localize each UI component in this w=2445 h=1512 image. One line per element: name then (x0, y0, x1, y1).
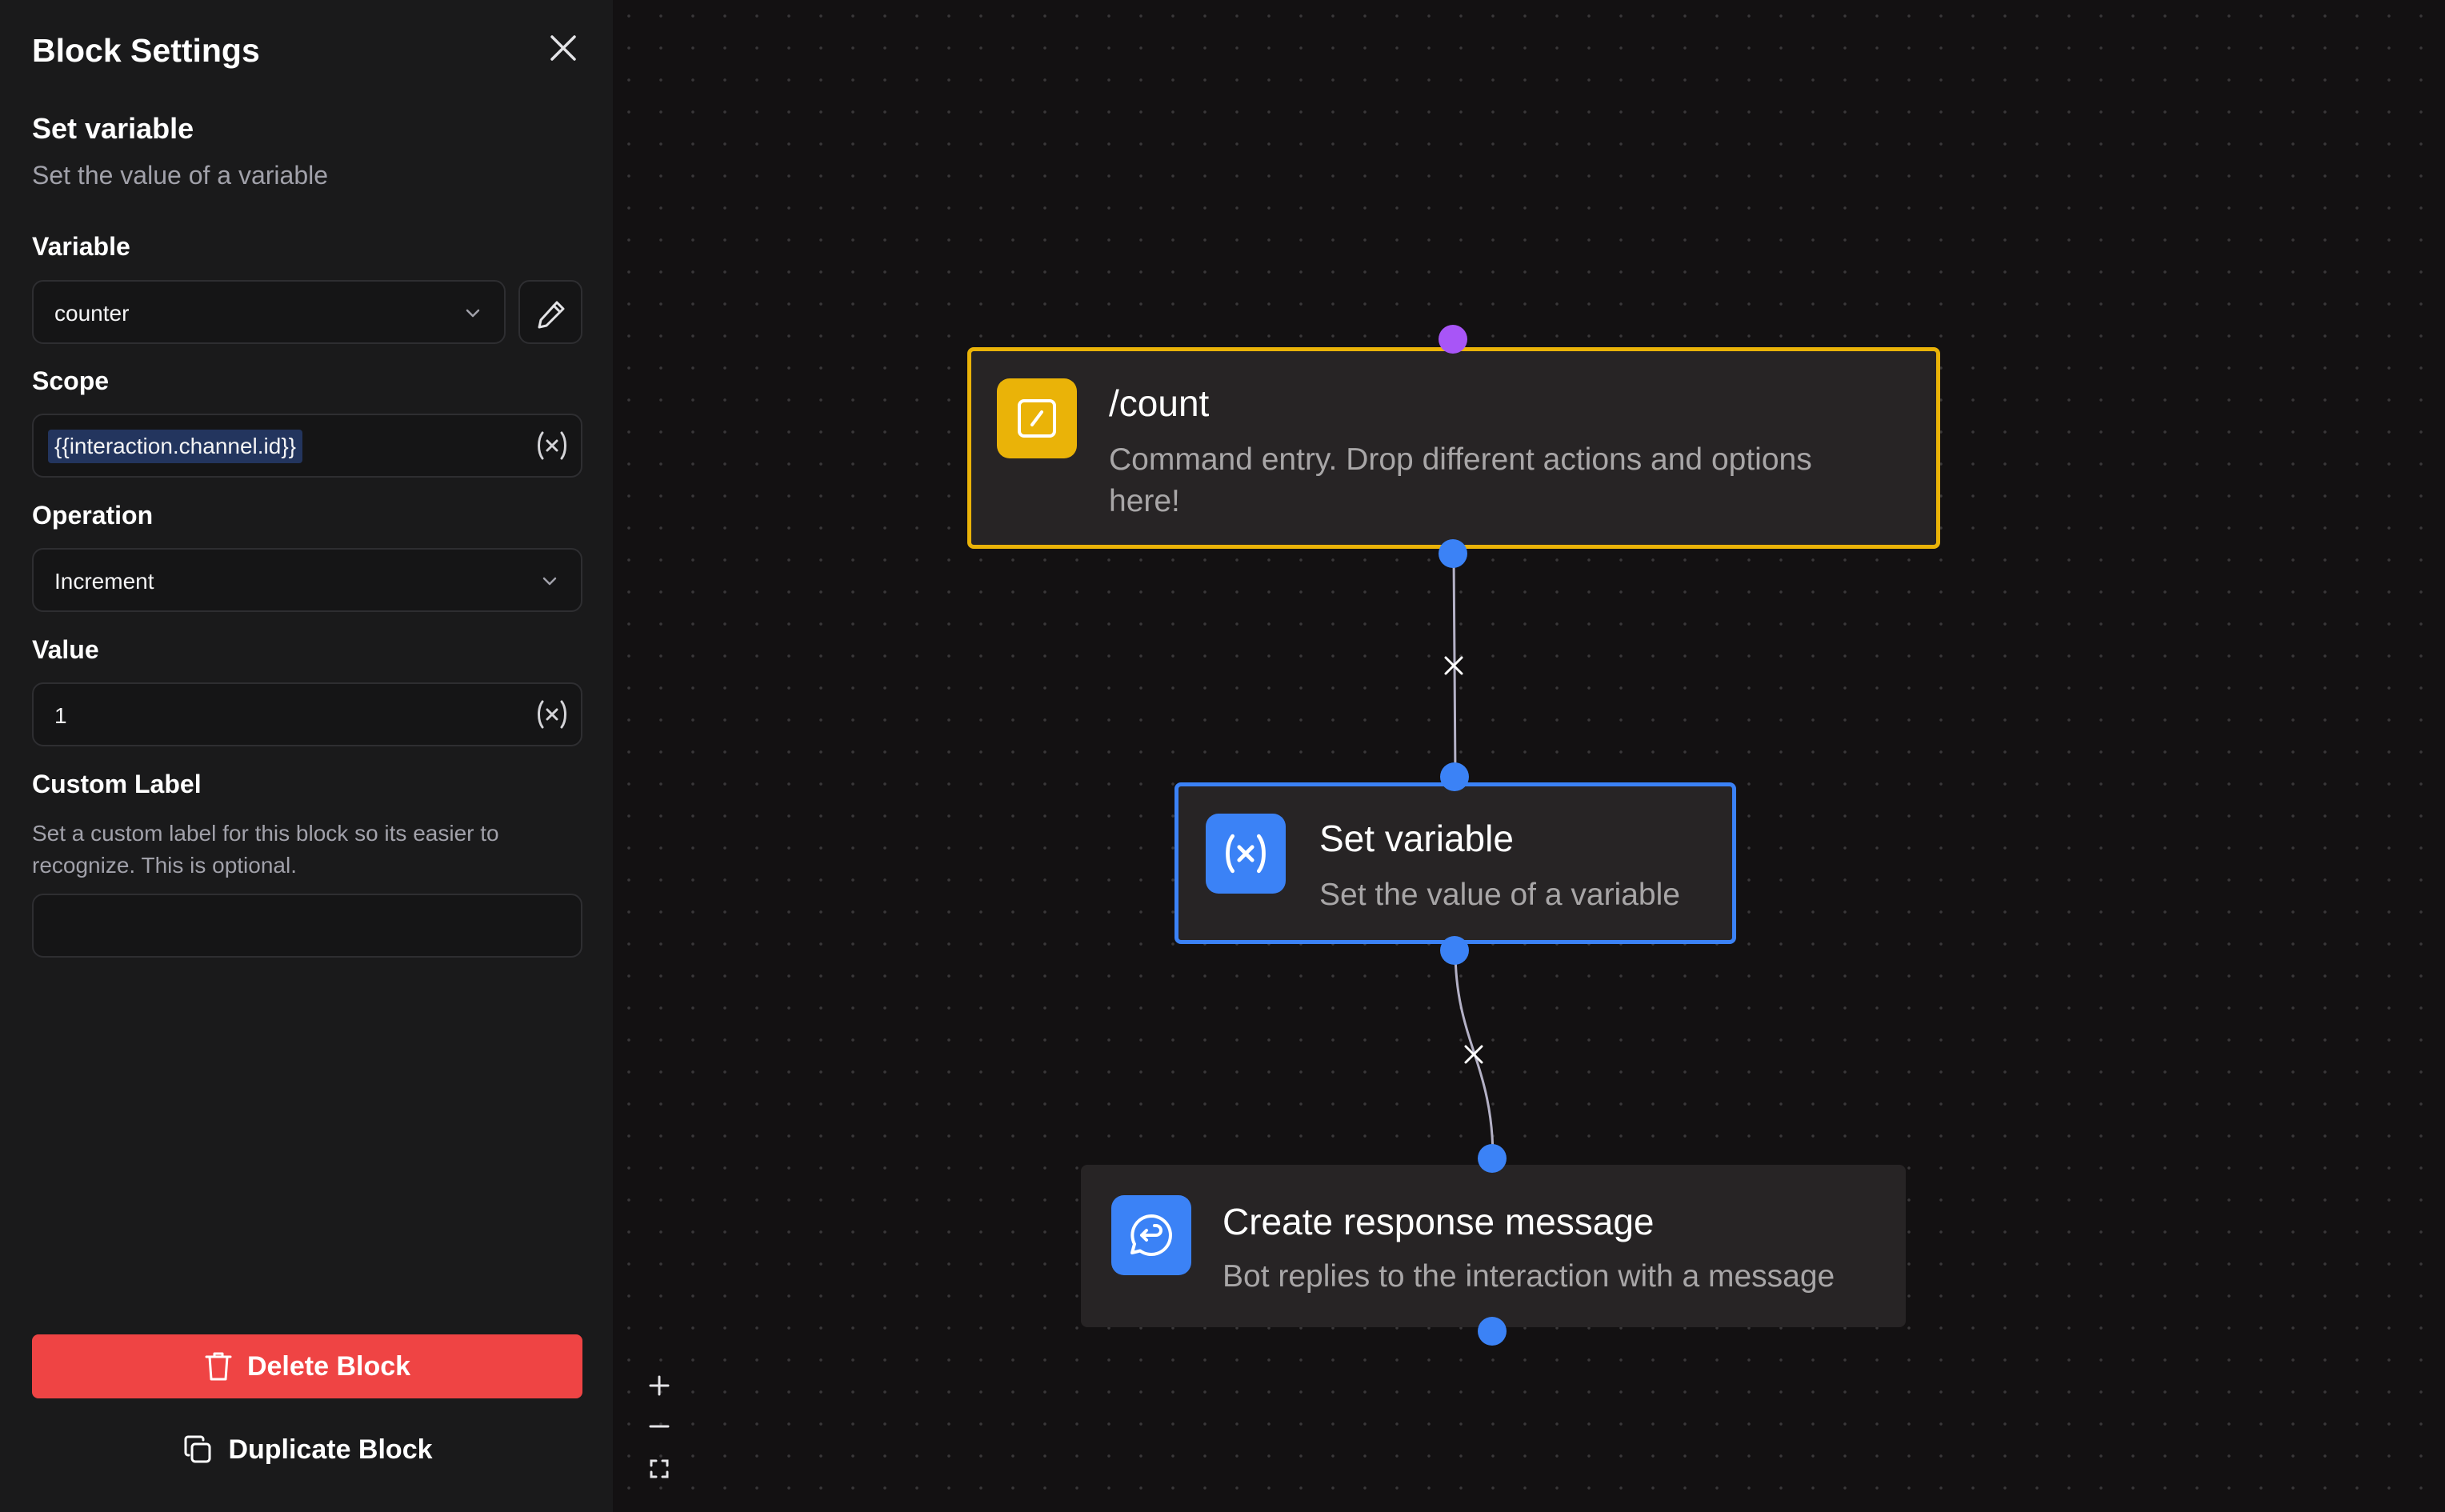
zoom-out-icon[interactable] (645, 1412, 674, 1441)
fit-view-icon[interactable] (645, 1454, 674, 1483)
output-handle[interactable] (1478, 1317, 1507, 1346)
input-handle[interactable] (1439, 325, 1467, 354)
variable-icon (1206, 814, 1286, 894)
output-handle[interactable] (1440, 936, 1469, 965)
node-description: Bot replies to the interaction with a me… (1222, 1259, 1835, 1294)
node-title: /count (1109, 382, 1210, 424)
output-handle[interactable] (1439, 539, 1467, 568)
input-handle[interactable] (1478, 1144, 1507, 1173)
reply-message-icon (1111, 1195, 1191, 1275)
zoom-in-icon[interactable] (645, 1371, 674, 1400)
command-entry-node[interactable]: /count Command entry. Drop different act… (967, 347, 1940, 549)
node-description: Set the value of a variable (1319, 878, 1680, 912)
node-description: Command entry. Drop different actions an… (1109, 442, 1812, 518)
create-response-message-node[interactable]: Create response message Bot replies to t… (1081, 1165, 1906, 1327)
set-variable-node[interactable]: Set variable Set the value of a variable (1174, 782, 1736, 944)
input-handle[interactable] (1440, 762, 1469, 791)
node-title: Create response message (1222, 1201, 1655, 1242)
node-title: Set variable (1319, 818, 1514, 859)
slash-command-icon (997, 378, 1077, 458)
